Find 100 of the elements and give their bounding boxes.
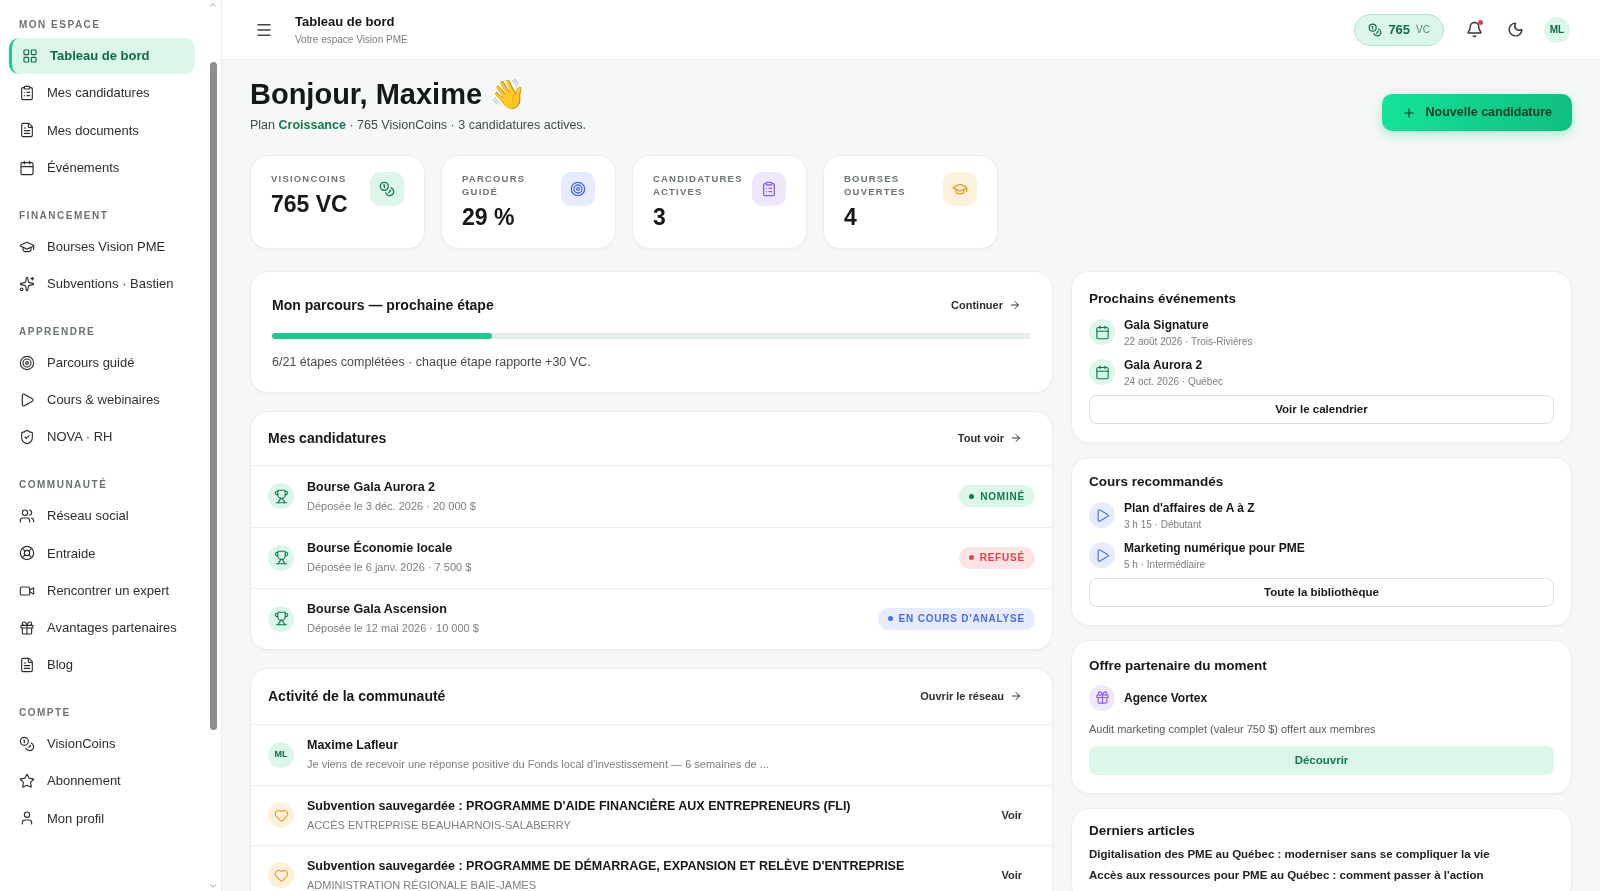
activity-detail: Je viens de recevoir une réponse positive du Fonds local d'investissement — 6 semaines de ... bbox=[307, 757, 770, 773]
grid-icon bbox=[22, 48, 38, 64]
view-link[interactable]: Voir bbox=[1001, 806, 1022, 824]
partner-name: Agence Vortex bbox=[1124, 689, 1208, 707]
nav-item[interactable]: VisionCoins bbox=[9, 725, 195, 762]
target-icon bbox=[19, 354, 35, 371]
application-detail: Déposée le 12 mai 2026 · 10 000 $ bbox=[307, 621, 480, 637]
activity-title: Subvention sauvegardée : PROGRAMME DE DÉMARRAGE, EXPANSION ET RELÈVE D'ENTREPRISE bbox=[307, 857, 906, 875]
arrow-right-icon bbox=[1009, 299, 1021, 312]
progress-note: 6/21 étapes complétées · chaque étape rapporte +30 VC. bbox=[272, 353, 592, 371]
new-application-button[interactable]: Nouvelle candidature bbox=[1381, 94, 1572, 131]
stat-label: CANDIDATURES ACTIVES bbox=[653, 171, 743, 198]
nav-item[interactable]: NOVA · RH bbox=[9, 419, 195, 456]
gift-icon bbox=[1089, 684, 1115, 711]
arrow-right-icon bbox=[1010, 690, 1022, 702]
calendar-icon bbox=[19, 159, 35, 176]
greeting-heading: Bonjour, Maxime 👋 bbox=[250, 77, 528, 112]
course-detail: 5 h · Intermédiaire bbox=[1124, 557, 1207, 572]
card-title: Mes candidatures bbox=[268, 428, 387, 448]
nav-item[interactable]: Rencontrer un expert bbox=[9, 572, 195, 609]
course-name: Marketing numérique pour PME bbox=[1124, 539, 1305, 557]
nav-item[interactable]: Mes documents bbox=[9, 112, 195, 149]
article-link[interactable]: Digitalisation des PME au Québec : moderniser sans se compliquer la vie bbox=[1089, 846, 1554, 863]
document-icon bbox=[19, 122, 35, 139]
stat-label: PARCOURS GUIDÉ bbox=[462, 171, 527, 198]
play-icon bbox=[1089, 502, 1115, 529]
nav-item[interactable]: Réseau social bbox=[9, 498, 195, 535]
play-icon bbox=[1089, 542, 1115, 569]
status-badge: EN COURS D'ANALYSE bbox=[877, 607, 1035, 630]
greeting-summary: Plan Croissance · 765 VisionCoins · 3 candidatures actives. bbox=[250, 117, 587, 134]
coins-icon bbox=[1368, 22, 1383, 37]
application-name: Bourse Gala Ascension bbox=[307, 601, 448, 619]
gift-icon bbox=[19, 619, 35, 636]
nav-item[interactable]: Bourses Vision PME bbox=[9, 228, 195, 265]
trophy-icon bbox=[268, 605, 294, 632]
user-icon bbox=[19, 810, 35, 827]
stat-label: BOURSES OUVERTES bbox=[844, 171, 907, 198]
activity-title: Maxime Lafleur bbox=[307, 737, 399, 755]
article-link[interactable]: Accès aux ressources pour PME au Québec : comment passer à l'action bbox=[1089, 867, 1554, 884]
link[interactable]: Continuer bbox=[951, 297, 1021, 314]
card-title: Activité de la communauté bbox=[268, 686, 446, 706]
application-detail: Déposée le 6 janv. 2026 · 7 500 $ bbox=[307, 560, 473, 576]
activity-title: Subvention sauvegardée : PROGRAMME D'AIDE FINANCIÈRE AUX ENTREPRENEURS (FLI) bbox=[307, 797, 852, 815]
section-heading: COMMUNAUTÉ bbox=[18, 477, 109, 493]
event-detail: 24 oct. 2026 · Québec bbox=[1124, 374, 1223, 389]
course-detail: 3 h 15 · Débutant bbox=[1124, 517, 1203, 532]
avatar[interactable]: ML bbox=[1544, 16, 1570, 43]
nav-item[interactable]: Abonnement bbox=[9, 763, 195, 800]
nav-item[interactable]: Avantages partenaires bbox=[9, 609, 195, 646]
coins-pill[interactable]: 765 VC bbox=[1354, 13, 1444, 46]
stat-value: 4 bbox=[844, 202, 858, 232]
application-name: Bourse Économie locale bbox=[307, 539, 454, 558]
stat-label: VISIONCOINS bbox=[271, 171, 348, 185]
stat-value: 3 bbox=[653, 202, 667, 232]
document-icon bbox=[19, 656, 35, 673]
nav-item[interactable]: Entraide bbox=[9, 535, 195, 572]
target-icon bbox=[561, 171, 595, 206]
application-name: Bourse Gala Aurora 2 bbox=[307, 478, 437, 496]
stat-value: 765 VC bbox=[271, 189, 349, 219]
trophy-icon bbox=[268, 483, 294, 509]
nav-item[interactable]: Cours & webinaires bbox=[9, 381, 195, 418]
nav-item[interactable]: Blog bbox=[9, 646, 195, 683]
nav-item[interactable]: Mes candidatures bbox=[9, 75, 195, 112]
nav-item[interactable]: Événements bbox=[9, 149, 195, 186]
bell-icon[interactable] bbox=[1466, 21, 1483, 38]
status-badge: REFUSÉ bbox=[958, 546, 1035, 569]
library-button[interactable]: Toute la bibliothèque bbox=[1089, 578, 1554, 608]
link[interactable]: Ouvrir le réseau bbox=[920, 687, 1022, 705]
nav-item[interactable]: Mon profil bbox=[9, 800, 195, 837]
star-icon bbox=[19, 773, 35, 790]
calendar-icon bbox=[1089, 319, 1115, 345]
users-icon bbox=[19, 508, 35, 525]
trophy-icon bbox=[268, 544, 294, 571]
arrow-right-icon bbox=[1010, 432, 1022, 444]
coins-icon bbox=[19, 735, 35, 752]
calendar-icon bbox=[1089, 359, 1115, 385]
play-icon bbox=[19, 391, 35, 408]
shield-icon bbox=[19, 429, 35, 446]
graduation-cap-icon bbox=[943, 171, 977, 206]
link[interactable]: Tout voir bbox=[957, 429, 1022, 447]
event-detail: 22 août 2026 · Trois-Rivières bbox=[1124, 334, 1253, 349]
card-title: Derniers articles bbox=[1089, 822, 1196, 840]
page-title: Tableau de bord bbox=[295, 13, 396, 32]
stat-value: 29 % bbox=[462, 202, 516, 232]
moon-icon[interactable] bbox=[1507, 21, 1524, 38]
nav-item[interactable]: Tableau de bord bbox=[9, 38, 195, 74]
card-title: Cours recommandés bbox=[1089, 473, 1225, 491]
view-link[interactable]: Voir bbox=[1001, 866, 1022, 884]
clipboard-icon bbox=[752, 171, 786, 206]
nav-item[interactable]: Subventions · Bastien bbox=[9, 265, 195, 302]
clipboard-icon bbox=[19, 85, 35, 102]
discover-button[interactable]: Découvrir bbox=[1089, 746, 1554, 775]
plus-icon bbox=[1401, 105, 1416, 120]
calendar-button[interactable]: Voir le calendrier bbox=[1089, 395, 1554, 424]
section-heading: FINANCEMENT bbox=[18, 208, 110, 223]
status-badge: NOMINÉ bbox=[959, 485, 1035, 507]
nav-item[interactable]: Parcours guidé bbox=[9, 344, 195, 381]
scrollbar-thumb[interactable] bbox=[209, 62, 217, 730]
sparkles-icon bbox=[19, 275, 35, 292]
offer-text: Audit marketing complet (valeur 750 $) offert aux membres bbox=[1089, 721, 1377, 737]
